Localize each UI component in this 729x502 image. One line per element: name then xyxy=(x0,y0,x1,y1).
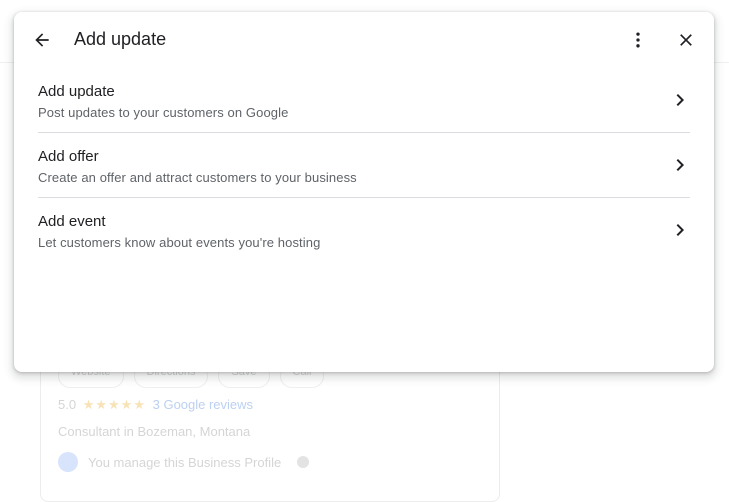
dialog-header: Add update xyxy=(14,12,714,68)
more-vert-icon xyxy=(628,30,648,50)
help-icon xyxy=(297,456,310,468)
menu-item-description: Post updates to your customers on Google xyxy=(38,105,289,120)
back-button[interactable] xyxy=(26,24,58,56)
add-options-list: Add update Post updates to your customer… xyxy=(38,68,690,262)
manage-profile-row: You manage this Business Profile xyxy=(58,452,310,472)
add-event-item[interactable]: Add event Let customers know about event… xyxy=(38,198,690,262)
chevron-right-icon xyxy=(668,218,692,242)
rating-value: 5.0 xyxy=(58,397,77,412)
menu-item-title: Add event xyxy=(38,213,106,230)
menu-item-description: Let customers know about events you're h… xyxy=(38,235,321,250)
add-offer-item[interactable]: Add offer Create an offer and attract cu… xyxy=(38,133,690,198)
business-category: Consultant in Bozeman, Montana xyxy=(58,424,251,439)
verified-shield-icon xyxy=(58,452,78,472)
manage-profile-text: You manage this Business Profile xyxy=(88,454,282,470)
arrow-back-icon xyxy=(32,30,52,50)
close-icon xyxy=(676,30,696,50)
chevron-right-icon xyxy=(668,153,692,177)
menu-item-description: Create an offer and attract customers to… xyxy=(38,170,357,185)
menu-item-title: Add offer xyxy=(38,148,99,165)
chevron-right-icon xyxy=(668,88,692,112)
rating-row: 5.0 ★★★★★ 3 Google reviews xyxy=(58,397,253,413)
dialog-title: Add update xyxy=(74,29,167,49)
add-update-item[interactable]: Add update Post updates to your customer… xyxy=(38,68,690,133)
close-button[interactable] xyxy=(670,24,702,56)
add-update-dialog: Add update Add update Post updates to yo… xyxy=(14,12,714,372)
reviews-link: 3 Google reviews xyxy=(152,397,254,412)
more-options-button[interactable] xyxy=(622,24,654,56)
menu-item-title: Add update xyxy=(38,83,115,100)
rating-stars-icon: ★★★★★ xyxy=(82,397,146,412)
